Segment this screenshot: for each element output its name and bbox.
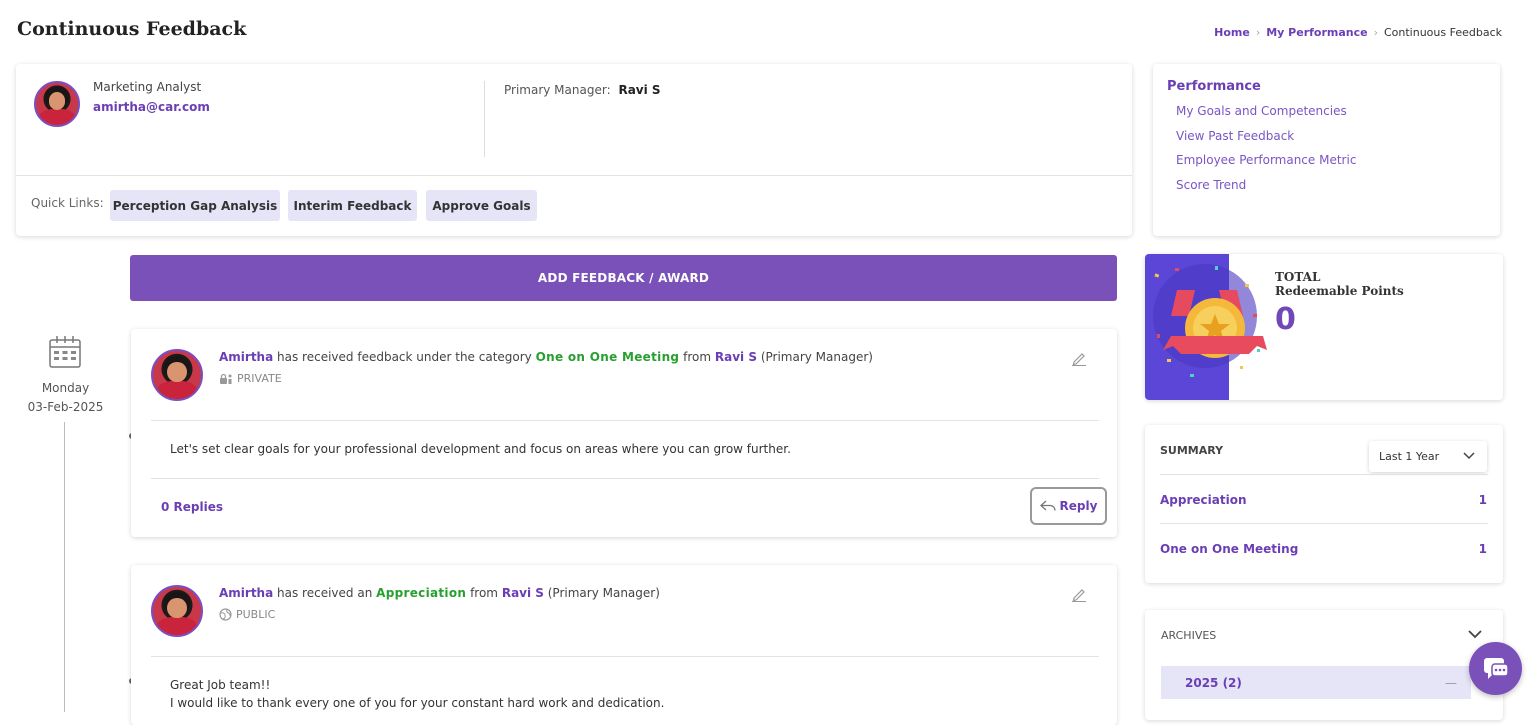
- reply-button[interactable]: Reply: [1030, 487, 1107, 525]
- visibility: PRIVATE: [219, 372, 282, 385]
- redeemable-points-card: TOTAL Redeemable Points 0: [1145, 254, 1503, 400]
- feedback-category: Appreciation: [376, 586, 467, 600]
- summary-count: 1: [1478, 493, 1487, 507]
- points-total-label: TOTAL Redeemable Points: [1275, 270, 1404, 298]
- summary-period-select[interactable]: Last 1 Year: [1369, 441, 1487, 472]
- summary-title: SUMMARY: [1160, 444, 1224, 457]
- feedback-message: Let's set clear goals for your professio…: [170, 442, 791, 456]
- add-feedback-award-button[interactable]: ADD FEEDBACK / AWARD: [130, 255, 1117, 301]
- breadcrumb: Home › My Performance › Continuous Feedb…: [1214, 26, 1502, 39]
- divider: [151, 656, 1099, 657]
- divider: [1160, 523, 1488, 524]
- breadcrumb-current: Continuous Feedback: [1383, 26, 1502, 39]
- visibility-label: PRIVATE: [237, 372, 282, 385]
- link-employee-performance-metric[interactable]: Employee Performance Metric: [1176, 153, 1356, 167]
- chevron-down-icon[interactable]: [1467, 626, 1483, 642]
- link-score-trend[interactable]: Score Trend: [1176, 178, 1246, 192]
- avatar: [151, 349, 203, 401]
- divider: [151, 420, 1099, 421]
- primary-manager-name: Ravi S: [618, 83, 661, 97]
- giver-name[interactable]: Ravi S: [502, 586, 544, 600]
- timeline-line: [64, 422, 65, 712]
- edit-icon[interactable]: [1071, 350, 1087, 366]
- feedback-category: One on One Meeting: [535, 350, 680, 364]
- points-value: 0: [1275, 302, 1296, 337]
- perception-gap-analysis-button[interactable]: Perception Gap Analysis: [110, 190, 280, 221]
- feedback-card: Amirtha has received an Appreciation fro…: [131, 565, 1117, 725]
- feedback-text: from: [683, 350, 712, 364]
- performance-title: Performance: [1167, 79, 1261, 94]
- feedback-headline: Amirtha has received feedback under the …: [219, 350, 873, 364]
- divider: [16, 175, 1132, 176]
- collapse-icon[interactable]: —: [1445, 676, 1457, 690]
- giver-role: (Primary Manager): [547, 586, 660, 600]
- edit-icon[interactable]: [1071, 586, 1087, 602]
- chat-icon: [1483, 657, 1509, 679]
- timeline-date: 03-Feb-2025: [27, 400, 104, 414]
- lock-users-icon: [220, 373, 232, 384]
- archives-title: ARCHIVES: [1161, 629, 1217, 642]
- archives-card: ARCHIVES 2025 (2) —: [1145, 610, 1503, 720]
- summary-count: 1: [1478, 542, 1487, 556]
- recipient-name[interactable]: Amirtha: [219, 350, 273, 364]
- timeline-day: Monday: [41, 381, 90, 395]
- chevron-down-icon: [1463, 452, 1475, 460]
- feedback-text: from: [470, 586, 498, 600]
- calendar-icon: [49, 336, 81, 368]
- summary-period-value: Last 1 Year: [1379, 450, 1440, 463]
- breadcrumb-my-performance[interactable]: My Performance: [1266, 26, 1367, 39]
- reply-label: Reply: [1059, 499, 1098, 513]
- summary-row-appreciation[interactable]: Appreciation: [1160, 493, 1246, 507]
- summary-row-one-on-one-meeting[interactable]: One on One Meeting: [1160, 542, 1298, 556]
- visibility: PUBLIC: [219, 608, 275, 621]
- recipient-name[interactable]: Amirtha: [219, 586, 273, 600]
- divider: [484, 81, 485, 157]
- giver-role: (Primary Manager): [760, 350, 873, 364]
- divider: [151, 478, 1099, 479]
- archive-year-label: 2025 (2): [1185, 675, 1242, 690]
- profile-card: Marketing Analyst amirtha@car.com Primar…: [16, 64, 1132, 236]
- replies-count-link[interactable]: 0 Replies: [161, 500, 223, 514]
- visibility-label: PUBLIC: [236, 608, 276, 621]
- link-view-past-feedback[interactable]: View Past Feedback: [1176, 129, 1294, 143]
- feedback-message: Great Job team!!: [170, 678, 271, 692]
- quick-links-label: Quick Links:: [31, 196, 104, 210]
- profile-email[interactable]: amirtha@car.com: [93, 100, 210, 114]
- page-title: Continuous Feedback: [17, 18, 247, 40]
- profile-role: Marketing Analyst: [93, 80, 202, 94]
- chat-button[interactable]: [1469, 642, 1522, 695]
- approve-goals-button[interactable]: Approve Goals: [426, 190, 537, 221]
- primary-manager: Primary Manager: Ravi S: [504, 83, 661, 97]
- avatar: [34, 81, 80, 127]
- breadcrumb-separator-icon: ›: [1255, 26, 1261, 39]
- globe-icon: [219, 608, 232, 621]
- reply-icon: [1039, 500, 1056, 511]
- breadcrumb-separator-icon: ›: [1373, 26, 1378, 39]
- feedback-headline: Amirtha has received an Appreciation fro…: [219, 586, 660, 600]
- avatar: [151, 585, 203, 637]
- feedback-card: Amirtha has received feedback under the …: [131, 329, 1117, 537]
- breadcrumb-home[interactable]: Home: [1214, 26, 1250, 39]
- primary-manager-label: Primary Manager:: [504, 83, 611, 97]
- link-my-goals[interactable]: My Goals and Competencies: [1176, 104, 1347, 118]
- performance-links-card: Performance My Goals and Competencies Vi…: [1153, 64, 1500, 236]
- feedback-text: has received an: [277, 586, 373, 600]
- archive-year-2025[interactable]: 2025 (2) —: [1161, 666, 1471, 699]
- feedback-message-line: I would like to thank every one of you f…: [170, 696, 665, 710]
- medal-icon: [1153, 264, 1267, 377]
- feedback-text: has received feedback under the category: [277, 350, 532, 364]
- summary-card: SUMMARY Last 1 Year Appreciation 1 One o…: [1145, 425, 1503, 583]
- giver-name[interactable]: Ravi S: [715, 350, 757, 364]
- divider: [1160, 474, 1488, 475]
- interim-feedback-button[interactable]: Interim Feedback: [288, 190, 417, 221]
